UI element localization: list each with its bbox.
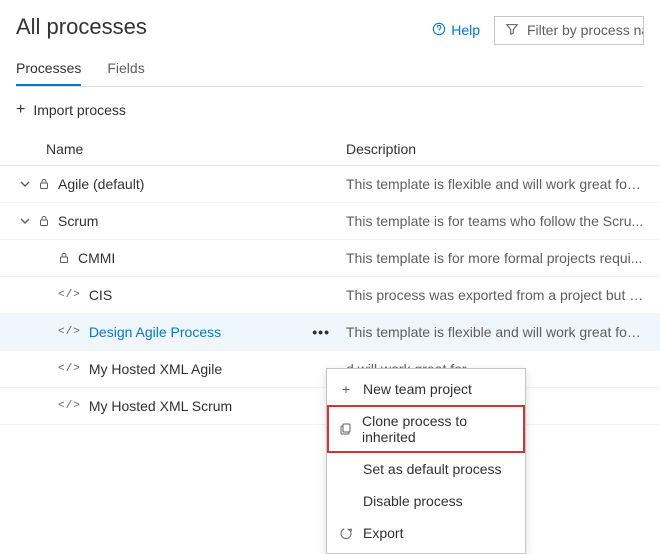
table-row[interactable]: </> CIS This process was exported from a… [0, 277, 660, 314]
process-description: This template is flexible and will work … [346, 176, 644, 192]
page-title: All processes [16, 14, 147, 40]
help-icon [432, 22, 446, 39]
lock-icon [38, 215, 50, 227]
lock-icon [58, 252, 70, 264]
help-link[interactable]: Help [432, 22, 480, 39]
copy-icon [339, 423, 352, 435]
process-name: Design Agile Process [89, 324, 221, 340]
chevron-down-icon[interactable] [20, 179, 30, 189]
filter-input[interactable]: Filter by process na [494, 16, 644, 45]
filter-placeholder: Filter by process na [527, 22, 644, 38]
menu-clone-to-inherited[interactable]: Clone process to inherited [327, 405, 525, 453]
table-row[interactable]: Scrum This template is for teams who fol… [0, 203, 660, 240]
tab-processes[interactable]: Processes [16, 52, 81, 86]
import-label: Import process [33, 102, 126, 118]
export-icon [339, 527, 353, 539]
menu-label: Set as default process [363, 461, 502, 477]
process-name: Agile (default) [58, 176, 144, 192]
process-name: My Hosted XML Scrum [89, 398, 232, 414]
import-process-button[interactable]: + Import process [16, 101, 644, 119]
code-icon: </> [58, 363, 81, 375]
process-description: This process was exported from a project… [346, 287, 644, 303]
menu-label: Export [363, 525, 403, 541]
code-icon: </> [58, 289, 81, 301]
filter-icon [505, 22, 519, 39]
process-name: CIS [89, 287, 112, 303]
menu-label: Disable process [363, 493, 463, 509]
chevron-down-icon[interactable] [20, 216, 30, 226]
table-row[interactable]: Agile (default) This template is flexibl… [0, 166, 660, 203]
process-description: This template is for more formal project… [346, 250, 644, 266]
menu-new-team-project[interactable]: + New team project [327, 373, 525, 405]
more-actions-button[interactable]: ••• [312, 324, 330, 340]
code-icon: </> [58, 400, 81, 412]
menu-label: New team project [363, 381, 472, 397]
process-name: My Hosted XML Agile [89, 361, 222, 377]
plus-icon: + [16, 101, 25, 119]
process-description: This template is for teams who follow th… [346, 213, 644, 229]
process-name: CMMI [78, 250, 115, 266]
process-name: Scrum [58, 213, 98, 229]
process-description: This template is flexible and will work … [346, 324, 644, 340]
menu-export[interactable]: Export [327, 517, 525, 549]
table-row[interactable]: CMMI This template is for more formal pr… [0, 240, 660, 277]
table-row[interactable]: </> Design Agile Process ••• This templa… [0, 314, 660, 351]
lock-icon [38, 178, 50, 190]
context-menu: + New team project Clone process to inhe… [326, 368, 526, 554]
plus-icon: + [339, 381, 353, 397]
table-header: Name Description [0, 133, 660, 166]
col-header-description[interactable]: Description [346, 141, 644, 157]
menu-disable-process[interactable]: Disable process [327, 485, 525, 517]
col-header-name[interactable]: Name [16, 141, 346, 157]
help-label: Help [451, 22, 480, 38]
code-icon: </> [58, 326, 81, 338]
menu-set-default[interactable]: Set as default process [327, 453, 525, 485]
menu-label: Clone process to inherited [362, 413, 513, 445]
tab-fields[interactable]: Fields [107, 52, 144, 86]
